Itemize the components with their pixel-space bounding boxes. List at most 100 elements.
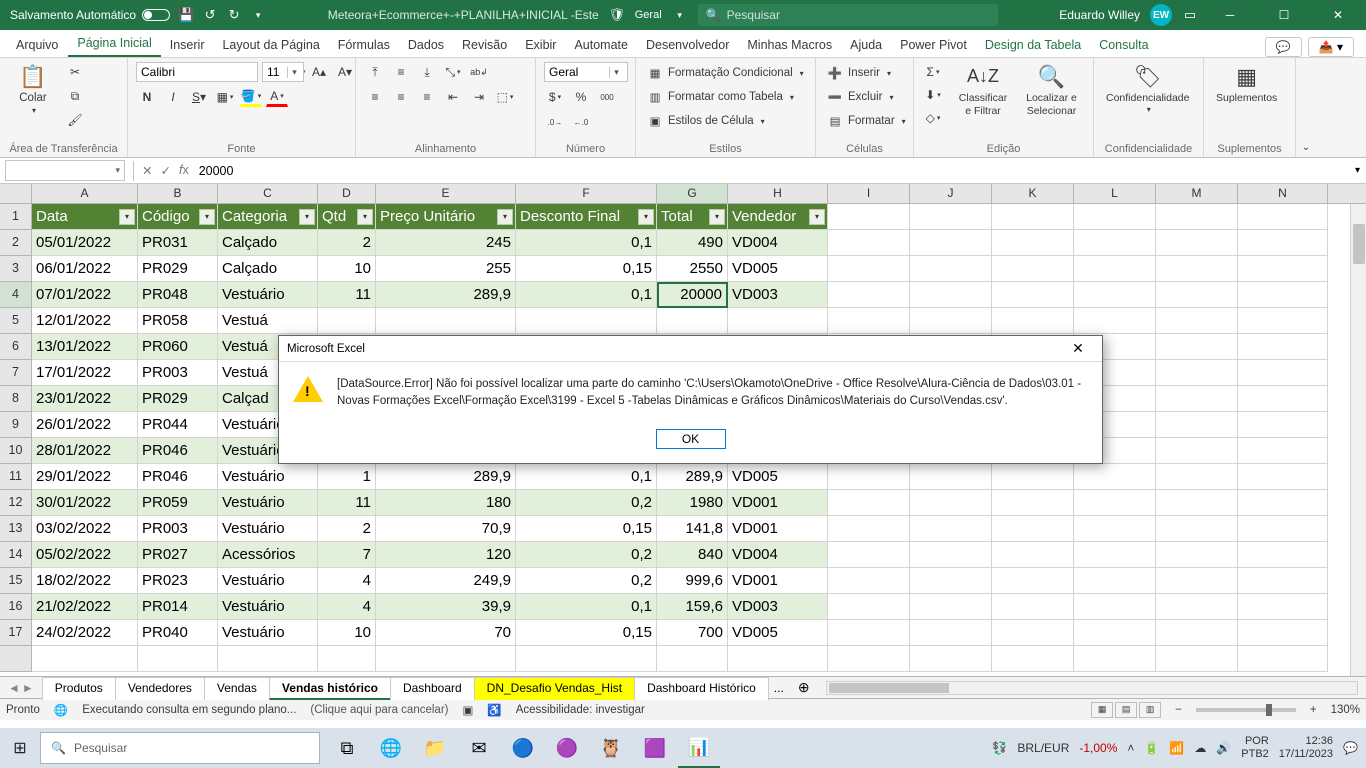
cell[interactable]	[1238, 282, 1328, 308]
cell[interactable]: 70	[376, 620, 516, 646]
cell[interactable]: VD001	[728, 516, 828, 542]
filter-dropdown-icon[interactable]: ▾	[809, 209, 825, 225]
cell[interactable]: 159,6	[657, 594, 728, 620]
page-break-view-icon[interactable]: ▥	[1139, 702, 1161, 718]
cell[interactable]	[218, 646, 318, 672]
cell[interactable]	[1156, 516, 1238, 542]
cell[interactable]	[1074, 490, 1156, 516]
cell[interactable]: 13/01/2022	[32, 334, 138, 360]
select-all-button[interactable]	[0, 184, 32, 203]
column-header[interactable]: J	[910, 184, 992, 203]
filter-dropdown-icon[interactable]: ▾	[299, 209, 315, 225]
cell[interactable]: PR046	[138, 438, 218, 464]
cell[interactable]: 0,15	[516, 620, 657, 646]
cell[interactable]: 0,1	[516, 282, 657, 308]
cell[interactable]	[828, 542, 910, 568]
cell[interactable]	[828, 308, 910, 334]
conditional-formatting-button[interactable]: ▦Formatação Condicional▾	[644, 62, 807, 84]
cell[interactable]: 06/01/2022	[32, 256, 138, 282]
row-header[interactable]: 1	[0, 204, 32, 230]
search-box[interactable]: 🔍 Pesquisar	[698, 4, 998, 26]
cell[interactable]	[992, 646, 1074, 672]
status-cancel-link[interactable]: (Clique aqui para cancelar)	[310, 704, 448, 716]
cell[interactable]: PR029	[138, 256, 218, 282]
confidentiality-button[interactable]: 🏷 Confidencialidade ▾	[1102, 62, 1193, 114]
cell[interactable]: 999,6	[657, 568, 728, 594]
cell[interactable]: 4	[318, 594, 376, 620]
cell[interactable]	[1156, 282, 1238, 308]
cell[interactable]	[1238, 256, 1328, 282]
tab-review[interactable]: Revisão	[453, 33, 516, 57]
cell[interactable]	[376, 308, 516, 334]
filter-dropdown-icon[interactable]: ▾	[709, 209, 725, 225]
format-painter-icon[interactable]: 🖌	[64, 110, 86, 130]
cell[interactable]: 180	[376, 490, 516, 516]
cell[interactable]	[992, 256, 1074, 282]
tab-view[interactable]: Exibir	[516, 33, 565, 57]
tab-automate[interactable]: Automate	[565, 33, 637, 57]
cell[interactable]: VD003	[728, 594, 828, 620]
undo-icon[interactable]: ↺	[202, 7, 218, 23]
expand-formula-bar-icon[interactable]: ▾	[1349, 165, 1366, 176]
cell[interactable]: 289,9	[657, 464, 728, 490]
table-header-cell[interactable]: Qtd▾	[318, 204, 376, 230]
fill-color-icon[interactable]: 🪣	[240, 87, 262, 107]
cell[interactable]	[1238, 568, 1328, 594]
vertical-scrollbar[interactable]	[1350, 204, 1366, 676]
cell[interactable]: PR014	[138, 594, 218, 620]
column-header[interactable]: B	[138, 184, 218, 203]
cell[interactable]	[1074, 464, 1156, 490]
discord-icon[interactable]: 🟪	[634, 728, 676, 768]
number-format-combo[interactable]: ▾	[544, 62, 628, 82]
table-header-cell[interactable]	[828, 204, 910, 230]
cell[interactable]	[657, 646, 728, 672]
currency-widget-icon[interactable]: 💱	[992, 741, 1007, 755]
cell[interactable]	[910, 490, 992, 516]
cell[interactable]: Calçado	[218, 230, 318, 256]
cell[interactable]	[828, 282, 910, 308]
row-header[interactable]: 3	[0, 256, 32, 282]
dialog-close-button[interactable]: ✕	[1062, 338, 1094, 360]
row-header[interactable]: 6	[0, 334, 32, 360]
tab-powerpivot[interactable]: Power Pivot	[891, 33, 976, 57]
cell[interactable]	[1156, 334, 1238, 360]
align-right-icon[interactable]: ≡	[416, 87, 438, 107]
mail-icon[interactable]: ✉	[458, 728, 500, 768]
cell[interactable]	[1156, 438, 1238, 464]
cell[interactable]	[992, 464, 1074, 490]
cell[interactable]	[1238, 386, 1328, 412]
cell[interactable]: 12/01/2022	[32, 308, 138, 334]
clear-icon[interactable]: ◇	[922, 108, 944, 128]
auto-save-toggle[interactable]: Salvamento Automático	[10, 8, 170, 22]
cell[interactable]: 20000	[657, 282, 728, 308]
column-header[interactable]: L	[1074, 184, 1156, 203]
increase-decimal-icon[interactable]: .0→	[544, 112, 566, 132]
task-view-icon[interactable]: ⧉	[326, 728, 368, 768]
cell[interactable]: Vestuá	[218, 308, 318, 334]
table-header-cell[interactable]	[1074, 204, 1156, 230]
cell[interactable]	[318, 646, 376, 672]
cell[interactable]: 28/01/2022	[32, 438, 138, 464]
user-name[interactable]: Eduardo Willey	[1059, 8, 1140, 22]
border-icon[interactable]: ▦	[214, 87, 236, 107]
tab-insert[interactable]: Inserir	[161, 33, 214, 57]
tab-table-design[interactable]: Design da Tabela	[976, 33, 1090, 57]
align-top-icon[interactable]: ⤒	[364, 62, 386, 82]
clock[interactable]: 12:36 17/11/2023	[1279, 735, 1333, 761]
cell[interactable]: PR023	[138, 568, 218, 594]
row-header[interactable]: 11	[0, 464, 32, 490]
cell[interactable]	[828, 516, 910, 542]
cell[interactable]: 2	[318, 516, 376, 542]
align-left-icon[interactable]: ≡	[364, 87, 386, 107]
cell[interactable]	[1156, 464, 1238, 490]
cell[interactable]: 1	[318, 464, 376, 490]
row-header[interactable]: 8	[0, 386, 32, 412]
cell[interactable]	[1238, 308, 1328, 334]
cell[interactable]: 0,1	[516, 230, 657, 256]
dialog-ok-button[interactable]: OK	[656, 429, 726, 449]
cell[interactable]	[992, 620, 1074, 646]
cell[interactable]	[910, 646, 992, 672]
start-button[interactable]: ⊞	[0, 728, 40, 768]
cell[interactable]: PR003	[138, 360, 218, 386]
cell[interactable]	[1074, 568, 1156, 594]
